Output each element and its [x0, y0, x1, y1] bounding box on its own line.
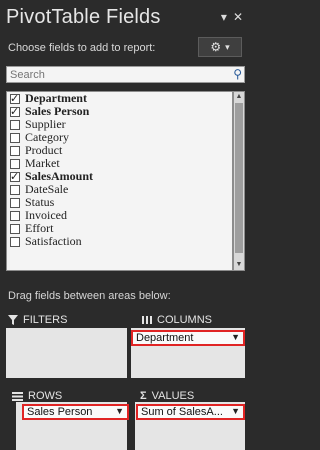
- field-list-scrollbar[interactable]: ▲ ▼: [233, 91, 245, 271]
- columns-field-department[interactable]: Department ▼: [131, 330, 245, 346]
- rows-area-header: ROWS: [12, 390, 62, 402]
- choose-fields-label: Choose fields to add to report:: [8, 42, 156, 54]
- field-item-satisfaction[interactable]: Satisfaction: [7, 234, 232, 248]
- field-checkbox[interactable]: [10, 158, 20, 169]
- sigma-icon: Σ: [140, 390, 147, 402]
- field-checkbox[interactable]: [10, 184, 20, 195]
- search-input[interactable]: [7, 67, 213, 82]
- field-list: Department Sales Person Supplier Categor…: [6, 91, 233, 271]
- search-box[interactable]: ⚲: [6, 66, 245, 83]
- rows-icon: [12, 391, 23, 401]
- chevron-down-icon: ▾: [225, 41, 230, 52]
- field-checkbox[interactable]: [10, 210, 20, 221]
- gear-icon: ⚙: [210, 40, 222, 54]
- field-checkbox[interactable]: [10, 119, 20, 130]
- drag-fields-label: Drag fields between areas below:: [8, 290, 171, 302]
- rows-field-sales-person[interactable]: Sales Person ▼: [22, 404, 129, 420]
- pane-title: PivotTable Fields: [6, 6, 161, 28]
- pill-label: Sales Person: [27, 406, 93, 418]
- columns-area-header: COLUMNS: [142, 314, 212, 326]
- chevron-down-icon[interactable]: ▼: [115, 406, 124, 416]
- search-icon[interactable]: ⚲: [233, 67, 242, 81]
- field-checkbox[interactable]: [10, 92, 20, 105]
- filters-area-header: FILTERS: [8, 314, 67, 326]
- field-checkbox[interactable]: [10, 132, 20, 143]
- field-checkbox[interactable]: [10, 197, 20, 208]
- filters-drop-area[interactable]: [6, 328, 127, 378]
- filter-icon: [8, 315, 18, 325]
- field-checkbox[interactable]: [10, 170, 20, 183]
- values-label: VALUES: [151, 390, 195, 402]
- field-checkbox[interactable]: [10, 105, 20, 118]
- filters-label: FILTERS: [23, 314, 68, 326]
- chevron-down-icon[interactable]: ▾: [221, 10, 227, 24]
- columns-label: COLUMNS: [157, 314, 213, 326]
- scroll-down-icon[interactable]: ▼: [234, 260, 244, 270]
- columns-icon: [142, 316, 152, 324]
- field-checkbox[interactable]: [10, 145, 20, 156]
- pill-label: Department: [136, 332, 194, 344]
- field-checkbox[interactable]: [10, 223, 20, 234]
- chevron-down-icon[interactable]: ▼: [231, 406, 240, 416]
- field-label: Satisfaction: [25, 234, 82, 248]
- header-controls: ▾ ✕: [221, 10, 243, 24]
- values-field-sum-of-salesamount[interactable]: Sum of SalesA... ▼: [136, 404, 245, 420]
- scrollbar-thumb[interactable]: [235, 103, 243, 253]
- tools-button[interactable]: ⚙ ▾: [198, 37, 242, 57]
- rows-label: ROWS: [28, 390, 63, 402]
- pill-label: Sum of SalesA...: [141, 406, 223, 418]
- field-checkbox[interactable]: [10, 236, 20, 247]
- chevron-down-icon[interactable]: ▼: [231, 332, 240, 342]
- pivottable-fields-pane: PivotTable Fields ▾ ✕ Choose fields to a…: [0, 0, 245, 450]
- values-area-header: Σ VALUES: [140, 390, 194, 402]
- scroll-up-icon[interactable]: ▲: [234, 92, 244, 102]
- close-icon[interactable]: ✕: [233, 10, 243, 24]
